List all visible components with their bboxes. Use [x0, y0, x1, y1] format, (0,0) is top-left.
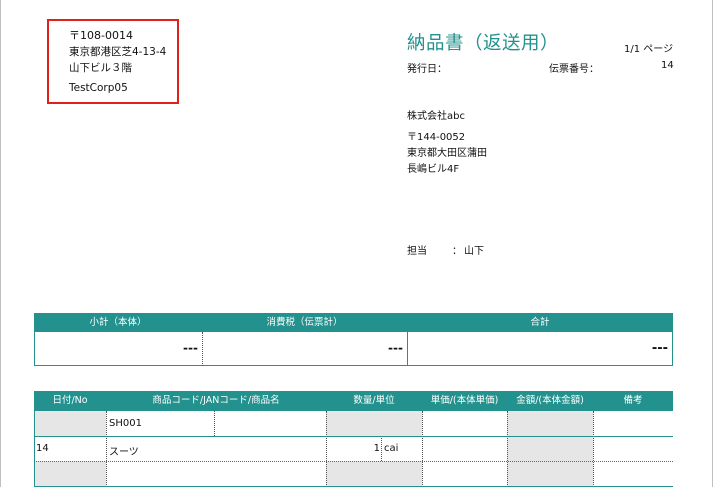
summary-border-right — [672, 332, 673, 366]
recipient-postal-code: 〒144-0052 — [407, 132, 466, 143]
tax-header: 消費税（伝票計） — [266, 317, 343, 328]
detail-divider — [214, 411, 215, 436]
date-no-header: 日付/No — [52, 395, 88, 406]
unit-price-header: 単価/(本体単価) — [430, 395, 499, 406]
document-title: 納品書（返送用） — [407, 33, 560, 54]
unit-cell: cai — [384, 443, 399, 454]
staff-name: 山下 — [464, 246, 484, 257]
remarks-header: 備考 — [623, 395, 643, 406]
summary-border-left — [34, 332, 35, 366]
staff-separator: ： — [452, 246, 462, 257]
shaded-cell — [326, 461, 422, 487]
tax-value: --- — [388, 341, 403, 355]
detail-divider — [106, 411, 107, 487]
staff-label: 担当 — [407, 246, 427, 257]
subtotal-value: --- — [183, 341, 198, 355]
detail-border-left — [34, 411, 35, 487]
issue-date-label: 発行日： — [407, 64, 447, 75]
recipient-company-name: 株式会社abc — [407, 111, 465, 122]
page-count: 1/1 ページ — [624, 44, 674, 55]
shaded-cell — [507, 411, 593, 487]
detail-divider — [422, 411, 423, 487]
summary-divider — [407, 332, 408, 366]
quantity-cell: 1 — [373, 443, 380, 454]
detail-divider — [507, 411, 508, 487]
sender-address-block: 〒108-0014 東京都港区芝4-13-4 山下ビル３階 TestCorp05 — [47, 19, 179, 104]
detail-table: 日付/No 商品コード/JANコード/商品名 数量/単位 単価/(本体単価) 金… — [34, 391, 673, 487]
product-code-header: 商品コード/JANコード/商品名 — [152, 395, 280, 406]
shaded-cell — [326, 411, 422, 436]
sender-address-line1: 東京都港区芝4-13-4 — [69, 46, 167, 58]
page-border-left — [0, 0, 1, 487]
detail-header-row: 日付/No 商品コード/JANコード/商品名 数量/単位 単価/(本体単価) 金… — [34, 391, 673, 411]
sender-address-line2: 山下ビル３階 — [69, 62, 132, 74]
slip-number-label: 伝票番号： — [549, 64, 599, 75]
shaded-cell — [34, 411, 106, 436]
detail-divider — [381, 436, 382, 461]
summary-header-row: 小計（本体） 消費税（伝票計） 合計 — [34, 313, 673, 332]
summary-divider — [202, 332, 203, 366]
sender-postal-code: 〒108-0014 — [69, 29, 133, 42]
detail-row-divider — [34, 461, 673, 462]
product-code-cell: SH001 — [109, 418, 142, 429]
total-header: 合計 — [530, 317, 550, 328]
recipient-address-line1: 東京都大田区蒲田 — [407, 148, 487, 159]
subtotal-header: 小計（本体） — [89, 317, 147, 328]
summary-table: 小計（本体） 消費税（伝票計） 合計 --- --- --- — [34, 313, 673, 366]
product-name-cell: スーツ — [109, 447, 139, 458]
date-no-cell: 14 — [36, 443, 49, 454]
recipient-address-line2: 長嶋ビル4F — [407, 164, 460, 175]
slip-number-value: 14 — [661, 60, 674, 71]
amount-header: 金額/(本体金額) — [516, 395, 584, 406]
shaded-cell — [34, 461, 106, 487]
detail-row-divider — [34, 436, 673, 437]
sender-company-name: TestCorp05 — [69, 82, 128, 94]
total-value: --- — [651, 341, 668, 356]
detail-divider — [593, 411, 594, 487]
detail-divider — [326, 411, 327, 487]
quantity-unit-header: 数量/単位 — [353, 395, 395, 406]
